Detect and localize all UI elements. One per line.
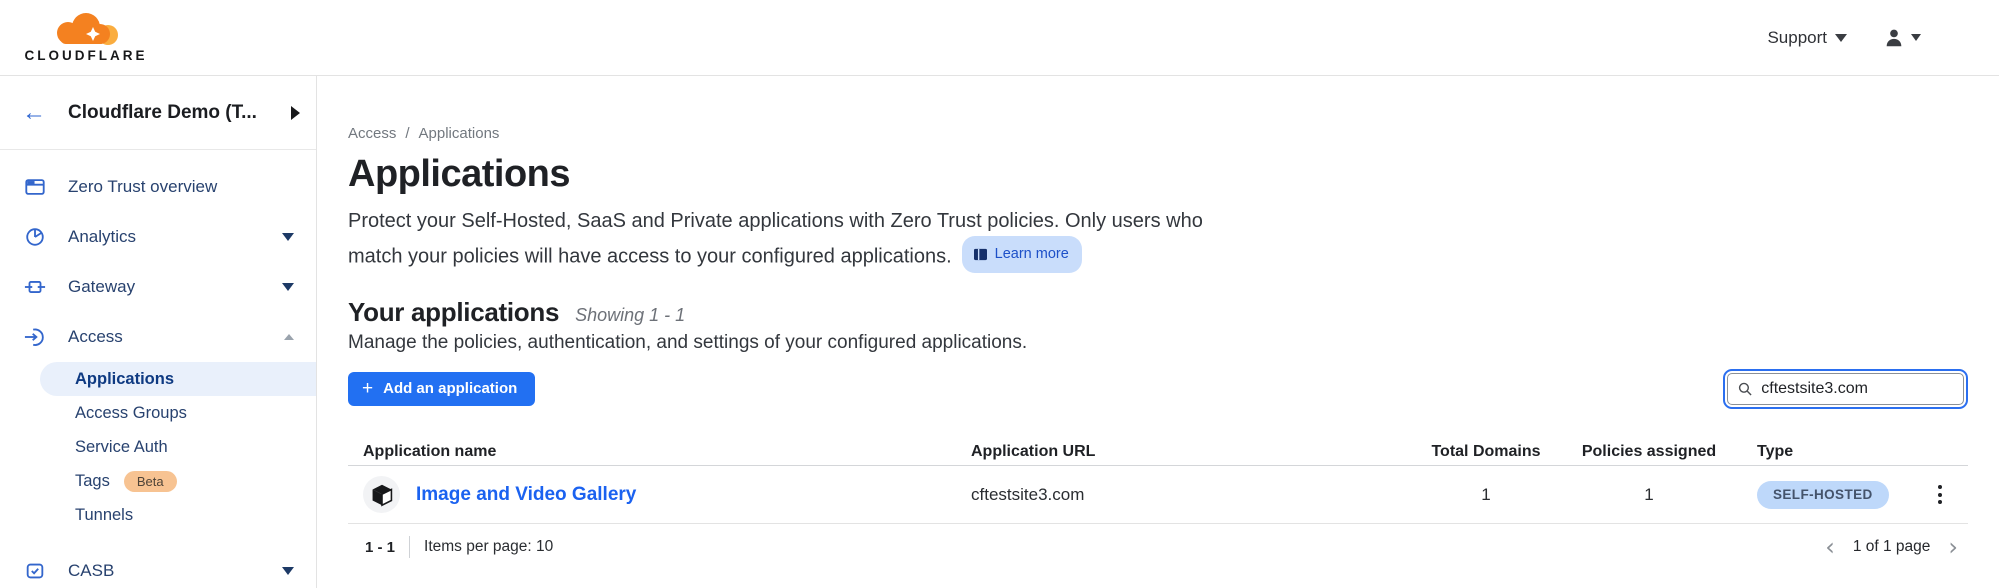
sidebar-item-label: Tags: [75, 472, 110, 491]
sidebar-item-label: CASB: [68, 561, 282, 581]
add-application-label: Add an application: [383, 380, 517, 397]
access-submenu: Applications Access Groups Service Auth …: [0, 362, 316, 532]
support-menu[interactable]: Support: [1767, 28, 1847, 48]
section-subheading: Manage the policies, authentication, and…: [348, 332, 1968, 354]
breadcrumb: Access / Applications: [348, 125, 1968, 142]
access-login-icon: [24, 326, 46, 348]
add-application-button[interactable]: + Add an application: [348, 372, 535, 406]
items-per-page: Items per page: 10: [424, 538, 553, 556]
account-switcher: ← Cloudflare Demo (T...: [0, 76, 316, 150]
application-url: cftestsite3.com: [971, 485, 1431, 505]
account-name[interactable]: Cloudflare Demo (T...: [68, 102, 291, 124]
page-info: 1 of 1 page: [1853, 538, 1931, 556]
sidebar-item-gateway[interactable]: Gateway: [0, 262, 316, 312]
sidebar-item-label: Applications: [75, 370, 174, 389]
showing-count: Showing 1 - 1: [575, 305, 685, 326]
plus-icon: +: [362, 382, 373, 396]
sidebar-item-label: Analytics: [68, 227, 282, 247]
previous-page-chevron-icon[interactable]: ‹: [1821, 535, 1839, 559]
user-icon: [1883, 27, 1905, 49]
chevron-down-icon: [1911, 34, 1921, 41]
user-menu[interactable]: [1883, 27, 1921, 49]
next-page-chevron-icon[interactable]: ›: [1944, 535, 1962, 559]
search-icon: [1738, 381, 1752, 397]
section-title: Your applications: [348, 297, 559, 328]
sidebar-item-access-groups[interactable]: Access Groups: [40, 396, 316, 430]
sidebar-item-label: Tunnels: [75, 506, 133, 525]
chevron-down-icon: [282, 233, 294, 241]
learn-more-label: Learn more: [995, 239, 1069, 269]
page-title: Applications: [348, 153, 1968, 196]
breadcrumb-separator: /: [405, 125, 409, 142]
back-arrow-icon[interactable]: ←: [22, 101, 46, 125]
sidebar: ← Cloudflare Demo (T... Zero Trust overv…: [0, 76, 317, 588]
main-content: Access / Applications Applications Prote…: [317, 76, 1999, 588]
sidebar-item-access[interactable]: Access: [0, 312, 316, 362]
app-avatar: [363, 476, 400, 513]
cloudflare-wordmark: CLOUDFLARE: [25, 48, 148, 63]
gateway-icon: [24, 276, 46, 298]
application-name-link[interactable]: Image and Video Gallery: [416, 484, 636, 506]
cube-icon: [371, 483, 393, 507]
pie-chart-icon: [24, 226, 46, 248]
sidebar-item-applications[interactable]: Applications: [40, 362, 316, 396]
column-header-policies-assigned: Policies assigned: [1541, 443, 1757, 461]
window-icon: [24, 176, 46, 198]
total-domains-value: 1: [1431, 485, 1541, 505]
column-header-application-url: Application URL: [971, 443, 1431, 461]
sidebar-item-tunnels[interactable]: Tunnels: [40, 498, 316, 532]
search-focus-ring: [1723, 369, 1968, 409]
search-input[interactable]: [1761, 380, 1953, 398]
sidebar-item-label: Access Groups: [75, 404, 187, 423]
chevron-down-icon: [282, 567, 294, 575]
book-icon: [973, 248, 988, 261]
sidebar-item-label: Access: [68, 327, 284, 347]
learn-more-link[interactable]: Learn more: [962, 236, 1082, 273]
applications-table: Application name Application URL Total D…: [348, 439, 1968, 559]
sidebar-item-label: Zero Trust overview: [68, 177, 294, 197]
sidebar-item-zero-trust-overview[interactable]: Zero Trust overview: [0, 162, 316, 212]
sidebar-item-casb[interactable]: CASB: [0, 546, 316, 588]
column-header-type: Type: [1757, 443, 1907, 461]
top-navbar: CLOUDFLARE Support: [0, 0, 1999, 76]
pagination-range: 1 - 1: [365, 539, 395, 556]
sidebar-item-tags[interactable]: Tags Beta: [40, 464, 316, 498]
casb-check-icon: [24, 560, 46, 582]
table-row: Image and Video Gallery cftestsite3.com …: [348, 466, 1968, 524]
support-label: Support: [1767, 28, 1827, 48]
chevron-down-icon: [282, 283, 294, 291]
policies-assigned-value: 1: [1541, 485, 1757, 505]
sidebar-item-analytics[interactable]: Analytics: [0, 212, 316, 262]
cloudflare-cloud-icon: [38, 13, 134, 47]
footer-divider: [409, 536, 410, 558]
chevron-right-icon[interactable]: [291, 106, 300, 120]
column-header-application-name: Application name: [348, 443, 971, 461]
sidebar-item-service-auth[interactable]: Service Auth: [40, 430, 316, 464]
column-header-total-domains: Total Domains: [1431, 443, 1541, 461]
row-actions-kebab-button[interactable]: [1930, 479, 1950, 510]
type-badge: SELF-HOSTED: [1757, 481, 1889, 509]
cloudflare-logo: CLOUDFLARE: [20, 13, 152, 63]
sidebar-item-label: Gateway: [68, 277, 282, 297]
page-description: Protect your Self-Hosted, SaaS and Priva…: [348, 206, 1248, 273]
breadcrumb-access[interactable]: Access: [348, 125, 396, 142]
chevron-down-icon: [1835, 34, 1847, 42]
beta-badge: Beta: [124, 471, 177, 492]
chevron-up-icon: [284, 334, 294, 340]
sidebar-item-label: Service Auth: [75, 438, 168, 457]
breadcrumb-applications[interactable]: Applications: [419, 125, 500, 142]
